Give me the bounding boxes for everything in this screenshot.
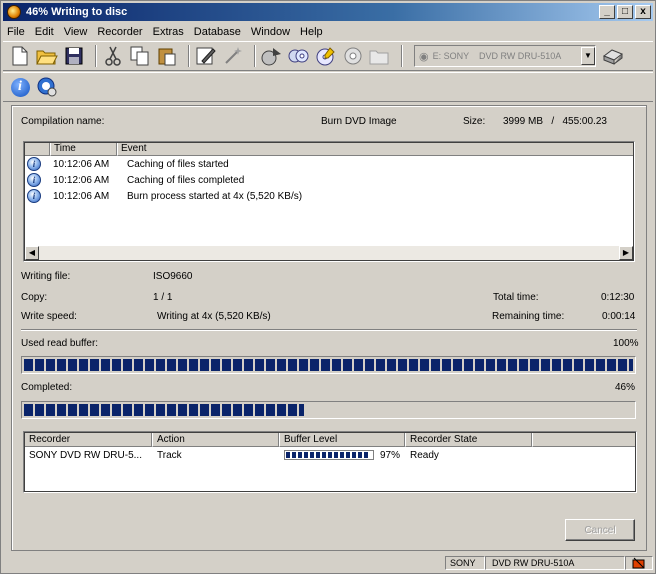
maximize-button[interactable]: □ [617,5,633,19]
drive-icon: ◉ [419,50,429,63]
recorder-state: Ready [410,449,439,461]
grid-column-buffer-level[interactable]: Buffer Level [279,432,405,447]
log-row[interactable]: i 10:12:06 AM Caching of files started [24,156,634,172]
cut-icon[interactable] [102,45,124,67]
main-window: 46% Writing to disc _ □ x File Edit View… [0,0,656,574]
menu-extras[interactable]: Extras [153,26,184,38]
completed-label: Completed: [21,382,73,393]
log-event: Caching of files started [127,158,229,170]
cancel-button[interactable]: Cancel [565,519,635,541]
recorder-select-value: E: SONY DVD RW DRU-510A [432,51,562,61]
log-column-event[interactable]: Event [117,142,634,156]
save-icon[interactable] [63,45,85,67]
compilation-name-label: Compilation name: [21,116,105,127]
completed-progress-bar [21,401,636,419]
help-search-icon[interactable] [36,76,58,98]
remaining-time-label: Remaining time: [492,311,565,322]
status-vendor: SONY [445,556,485,570]
paste-icon[interactable] [156,45,178,67]
total-time-label: Total time: [493,292,539,303]
write-speed-value: Writing at 4x (5,520 KB/s) [157,311,271,322]
divider [21,329,637,331]
info-icon: i [27,189,41,203]
chevron-down-icon[interactable]: ▼ [581,47,595,65]
drive-properties-icon[interactable] [602,45,624,67]
recorder-status-grid[interactable]: Recorder Action Buffer Level Recorder St… [23,431,637,493]
log-row[interactable]: i 10:12:06 AM Burn process started at 4x… [24,188,634,204]
log-icon-column [24,142,50,156]
status-bar: SONY DVD RW DRU-510A [3,555,653,571]
grid-column-action[interactable]: Action [152,432,279,447]
log-column-time[interactable]: Time [50,142,117,156]
title-bar: 46% Writing to disc _ □ x [3,3,653,21]
recorder-select[interactable]: ◉ E: SONY DVD RW DRU-510A ▼ [414,45,596,67]
remaining-time-value: 0:00:14 [602,311,636,322]
eject-icon[interactable] [342,45,364,67]
buffer-level-fill [286,452,370,458]
event-log-list[interactable]: Time Event i 10:12:06 AM Caching of file… [23,141,635,262]
read-buffer-fill [24,359,633,371]
writing-file-value: ISO9660 [153,271,193,282]
write-speed-label: Write speed: [21,311,77,322]
completed-progress-fill [24,404,305,416]
horizontal-scrollbar[interactable]: ◀ ▶ [25,246,633,260]
folder-icon[interactable] [369,45,391,67]
grid-column-recorder-state[interactable]: Recorder State [405,432,532,447]
properties-icon[interactable] [195,45,217,67]
copy-value: 1 / 1 [153,292,173,303]
log-event: Caching of files completed [127,174,245,186]
read-buffer-label: Used read buffer: [21,338,99,349]
info-icon: i [27,157,41,171]
scroll-left-icon[interactable]: ◀ [25,246,39,260]
menu-help[interactable]: Help [300,26,323,38]
size-value: 3999 MB / 455:00.23 [503,116,607,127]
recorder-name: SONY DVD RW DRU-5... [29,449,142,461]
log-time: 10:12:06 AM [53,190,110,202]
completed-percent: 46% [615,382,636,393]
menu-file[interactable]: File [7,26,25,38]
burn-icon[interactable] [261,45,283,67]
menu-edit[interactable]: Edit [35,26,54,38]
log-event: Burn process started at 4x (5,520 KB/s) [127,190,303,202]
info-icon: i [27,173,41,187]
disc-info-icon[interactable] [315,45,337,67]
secondary-toolbar: i [3,72,653,102]
buffer-level-text: 97% [380,449,401,461]
new-icon[interactable] [9,45,31,67]
close-button[interactable]: x [635,5,651,19]
log-time: 10:12:06 AM [53,174,110,186]
menu-database[interactable]: Database [194,26,241,38]
log-time: 10:12:06 AM [53,158,110,170]
open-icon[interactable] [36,45,58,67]
writing-file-label: Writing file: [21,271,71,282]
minimize-button[interactable]: _ [599,5,615,19]
burner-status-icon [625,556,653,570]
nero-app-icon [7,5,21,19]
main-toolbar: ◉ E: SONY DVD RW DRU-510A ▼ [3,41,653,71]
read-buffer-bar [21,356,636,374]
scroll-right-icon[interactable]: ▶ [619,246,633,260]
copy-label: Copy: [21,292,48,303]
menu-window[interactable]: Window [251,26,290,38]
log-row[interactable]: i 10:12:06 AM Caching of files completed [24,172,634,188]
compilation-name-value: Burn DVD Image [321,116,397,127]
menu-recorder[interactable]: Recorder [97,26,142,38]
size-label: Size: [463,116,486,127]
read-buffer-percent: 100% [613,338,639,349]
status-model: DVD RW DRU-510A [485,556,625,570]
copy-icon[interactable] [129,45,151,67]
recorder-buffer-level: 97% [279,450,405,461]
wizard-icon[interactable] [222,45,244,67]
info-icon[interactable]: i [9,76,31,98]
total-time-value: 0:12:30 [601,292,635,303]
recorder-action: Track [157,449,182,461]
grid-column-recorder[interactable]: Recorder [24,432,152,447]
menu-bar: File Edit View Recorder Extras Database … [3,22,653,41]
disc-copy-icon[interactable] [288,45,310,67]
window-title: 46% Writing to disc [26,6,128,18]
menu-view[interactable]: View [64,26,88,38]
buffer-level-bar [284,450,374,460]
recorder-row[interactable]: SONY DVD RW DRU-5... Track 97% Ready [24,447,636,463]
